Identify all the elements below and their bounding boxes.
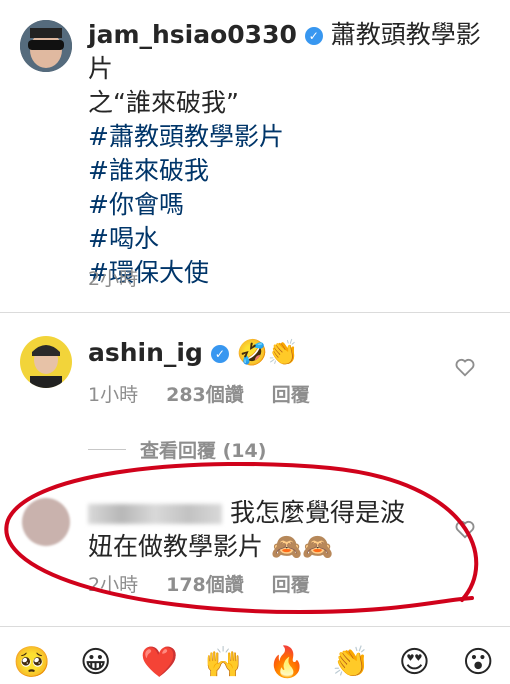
emoji-pleading-face-icon[interactable]: 🥺 <box>10 640 54 684</box>
caption-text: jam_hsiao0330 ✓ 蕭教頭教學影片 之“誰來破我” #蕭教頭教學影片… <box>88 18 498 290</box>
verified-check-icon: ✓ <box>304 27 323 45</box>
caption-subtitle: 之“誰來破我” <box>88 88 239 117</box>
hashtag-link[interactable]: #你會嗎 <box>88 188 498 222</box>
hashtag-link[interactable]: #誰來破我 <box>88 154 498 188</box>
comment-text-line1: 我怎麼覺得是波 <box>229 498 405 527</box>
comment-meta: 1小時 283個讚 回覆 <box>88 380 310 407</box>
caption-avatar[interactable] <box>20 20 72 72</box>
caption-username[interactable]: jam_hsiao0330 <box>88 20 297 49</box>
comment-avatar-blurred[interactable] <box>22 498 70 546</box>
reply-button[interactable]: 回覆 <box>272 380 310 407</box>
comment-meta: 2小時 178個讚 回覆 <box>88 570 310 597</box>
caption-timestamp: 2小時 <box>88 268 139 290</box>
comment-text-line2: 妞在做教學影片 <box>88 532 264 561</box>
heart-outline-icon[interactable] <box>454 518 476 540</box>
emoji-grinning-face-icon[interactable]: 😀 <box>74 640 118 684</box>
caption-divider <box>0 312 510 313</box>
comment-first-line: 我怎麼覺得是波 <box>88 496 438 530</box>
comment-body: ashin_ig ✓ 🤣👏 <box>88 336 299 370</box>
comment-username[interactable]: ashin_ig <box>88 338 203 367</box>
reply-button[interactable]: 回覆 <box>272 570 310 597</box>
comment-second-line: 妞在做教學影片 🙈🙈 <box>88 530 438 564</box>
emoji-bar-divider <box>0 626 510 627</box>
emoji-heart-eyes-icon[interactable]: 😍 <box>392 640 436 684</box>
comment-timestamp: 1小時 <box>88 384 139 406</box>
view-replies-button[interactable]: 查看回覆 (14) <box>140 436 266 463</box>
comment-body: 我怎麼覺得是波 妞在做教學影片 🙈🙈 <box>88 496 438 564</box>
emoji-fire-icon[interactable]: 🔥 <box>265 640 309 684</box>
view-replies-row[interactable]: 查看回覆 (14) <box>88 436 266 463</box>
hashtag-link[interactable]: #環保大使 <box>88 256 498 290</box>
emoji-clapping-hands-icon[interactable]: 👏 <box>329 640 373 684</box>
emoji-reaction-bar: 🥺 😀 ❤️ 🙌 🔥 👏 😍 😮 <box>0 640 510 684</box>
comment-emojis: 🤣👏 <box>236 338 300 367</box>
caption-first-line: jam_hsiao0330 ✓ 蕭教頭教學影片 <box>88 18 498 86</box>
emoji-red-heart-icon[interactable]: ❤️ <box>137 640 181 684</box>
verified-check-icon: ✓ <box>210 345 229 363</box>
heart-outline-icon[interactable] <box>454 356 476 378</box>
comment-emojis: 🙈🙈 <box>270 532 334 561</box>
emoji-raised-hands-icon[interactable]: 🙌 <box>201 640 245 684</box>
comment-timestamp: 2小時 <box>88 574 139 596</box>
avatar-image <box>20 20 72 72</box>
blurred-username[interactable] <box>88 504 222 524</box>
avatar-image <box>20 336 72 388</box>
hashtag-link[interactable]: #喝水 <box>88 222 498 256</box>
view-replies-line <box>88 449 126 450</box>
comment-like-count[interactable]: 283個讚 <box>166 380 244 407</box>
emoji-open-mouth-icon[interactable]: 😮 <box>456 640 500 684</box>
comment-avatar[interactable] <box>20 336 72 388</box>
hashtag-link[interactable]: #蕭教頭教學影片 <box>88 120 498 154</box>
comment-like-count[interactable]: 178個讚 <box>166 570 244 597</box>
